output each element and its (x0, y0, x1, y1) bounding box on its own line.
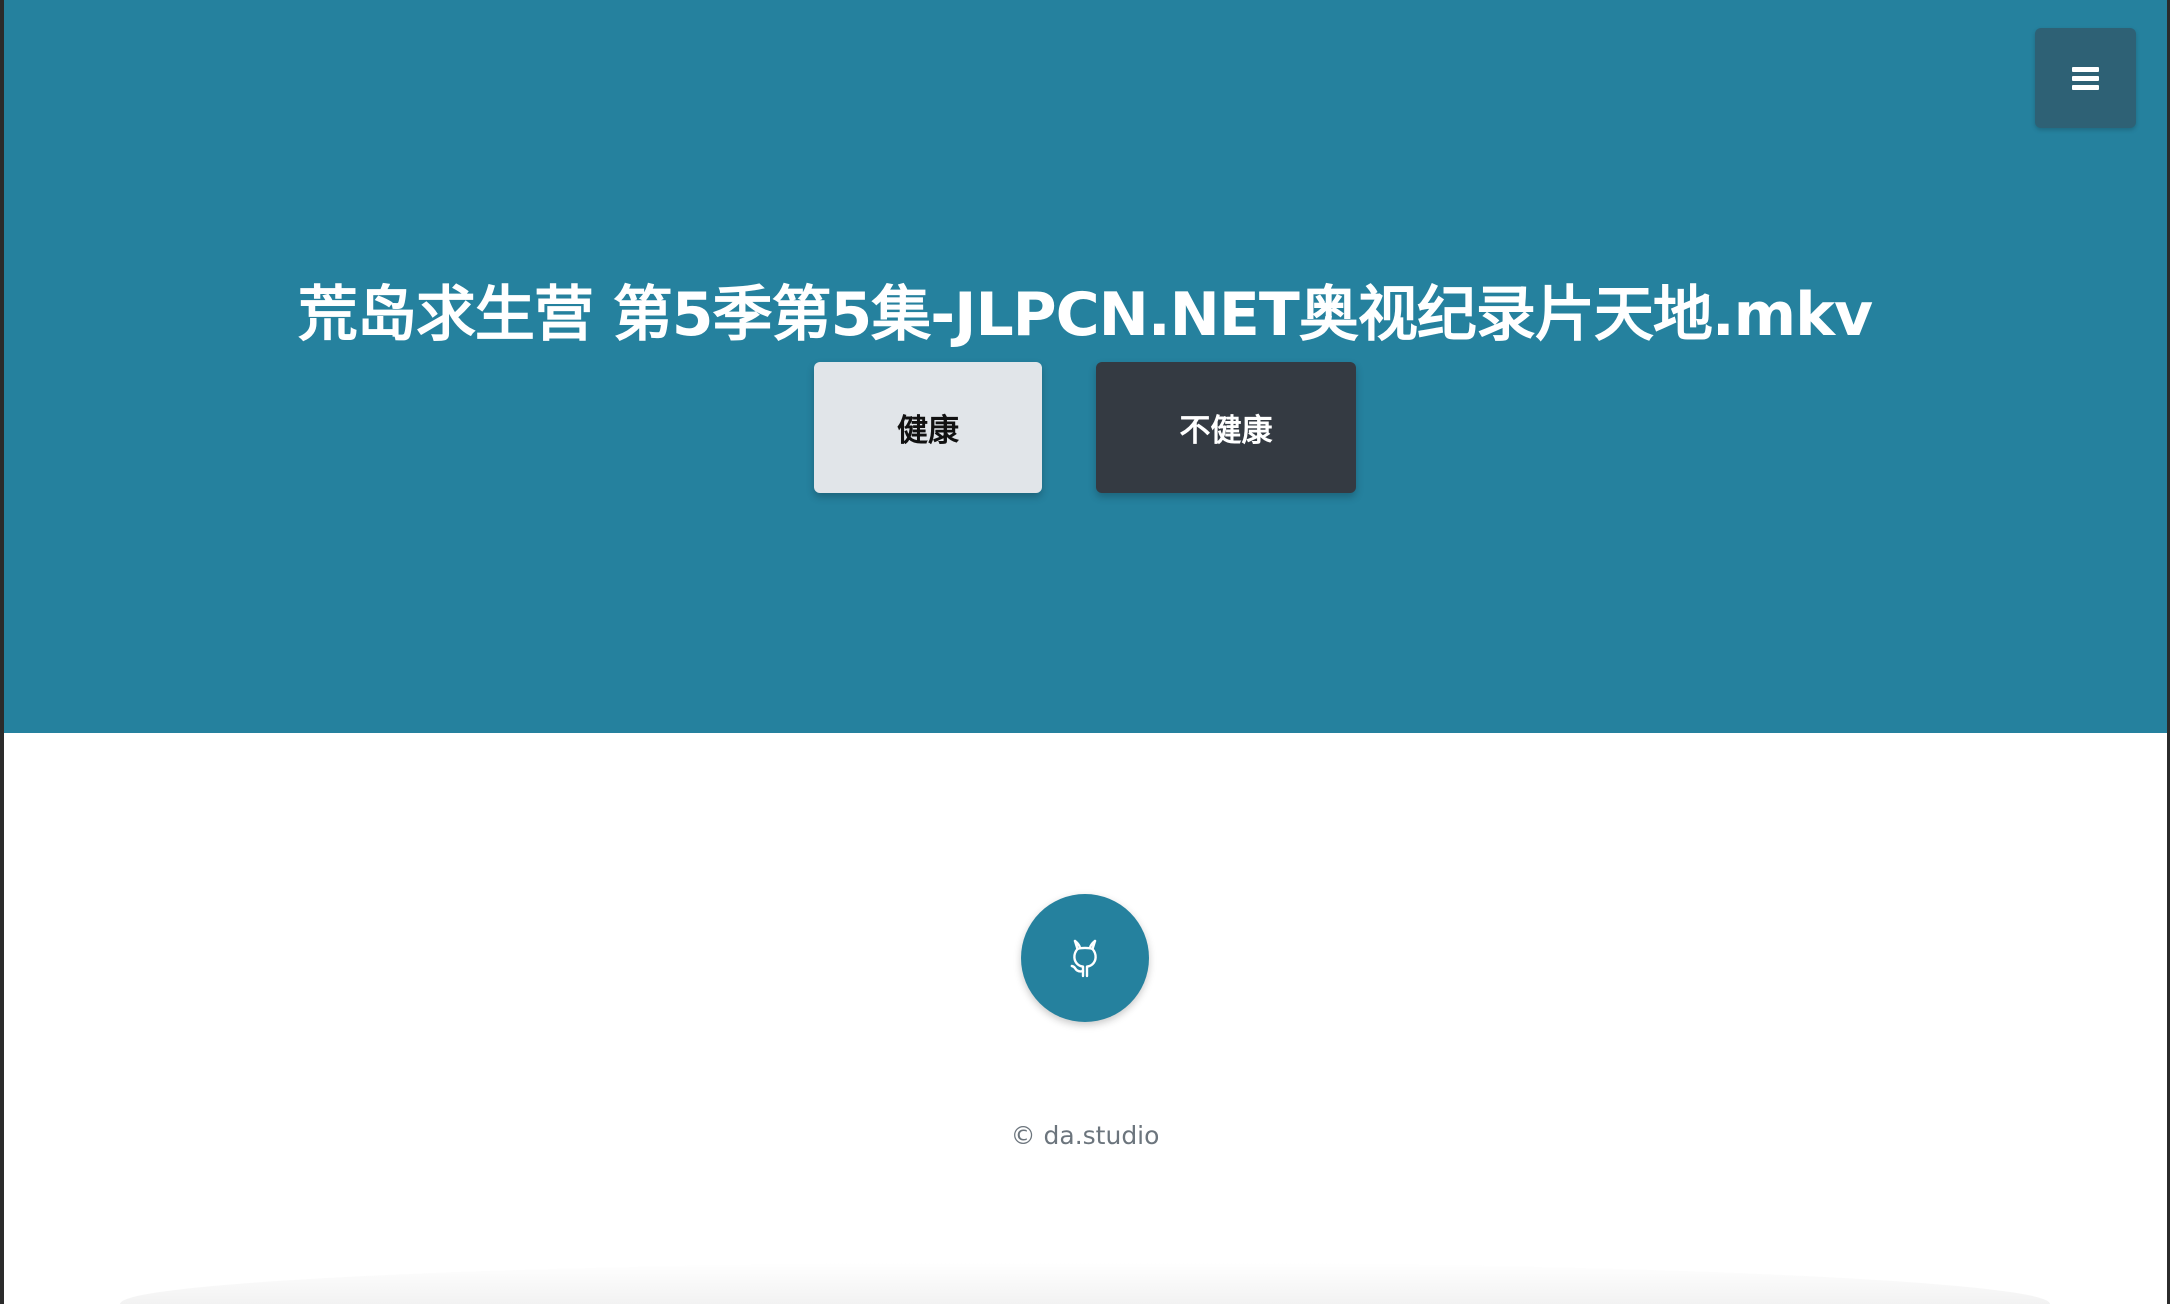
page-title: 荒岛求生营 第5季第5集-JLPCN.NET奥视纪录片天地.mkv (297, 280, 1873, 351)
github-icon (1070, 939, 1097, 978)
page: 荒岛求生营 第5季第5集-JLPCN.NET奥视纪录片天地.mkv 健康 不健康… (0, 0, 2170, 1304)
unhealthy-button[interactable]: 不健康 (1096, 362, 1356, 493)
bottom-shadow (120, 1262, 2050, 1304)
github-link[interactable] (1021, 894, 1149, 1022)
hero-banner (4, 0, 2167, 733)
hamburger-menu-icon (2072, 66, 2099, 90)
healthy-button[interactable]: 健康 (814, 362, 1042, 493)
menu-button[interactable] (2035, 28, 2136, 128)
copyright-text: © da.studio (1010, 1121, 1160, 1150)
